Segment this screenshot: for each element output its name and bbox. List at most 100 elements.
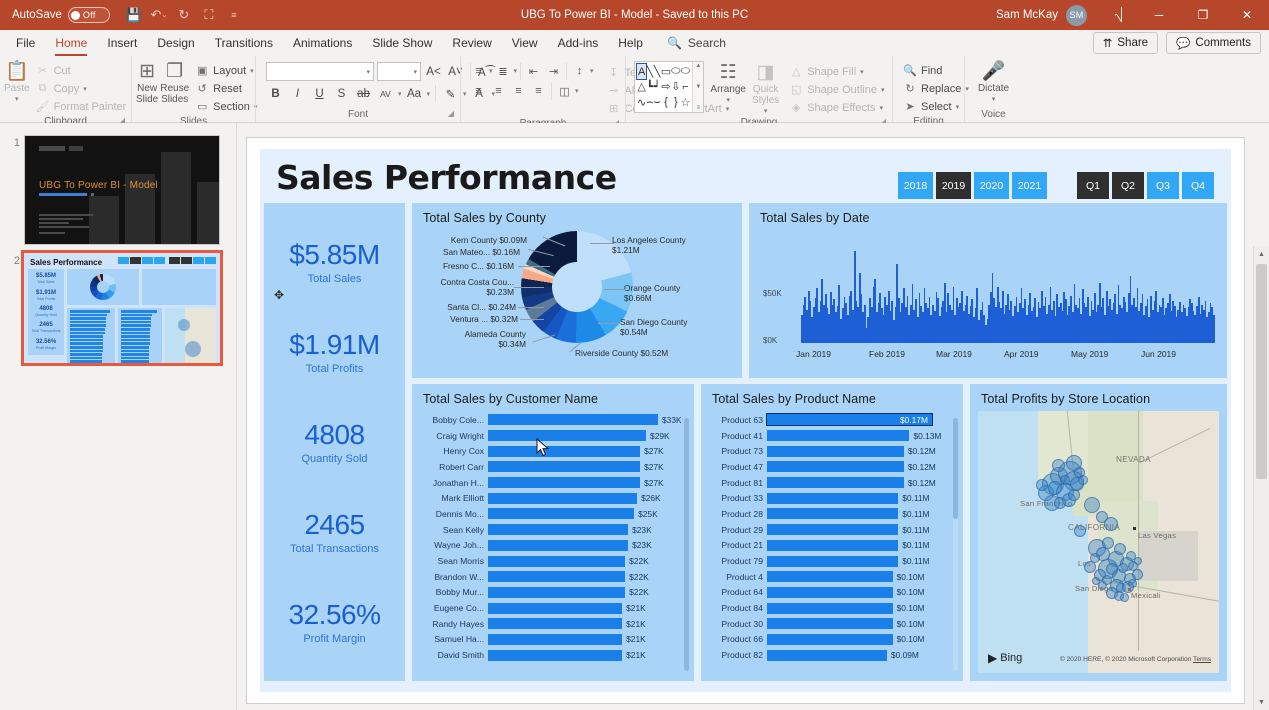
- shape-cell-13[interactable]: ⌢: [646, 95, 653, 110]
- date-bar[interactable]: [1213, 314, 1215, 343]
- total-sales-by-product-name-panel[interactable]: Total Sales by Product Name Product 63 $0…: [701, 384, 963, 681]
- kpi-card-4[interactable]: 32.56% Profit Margin: [289, 599, 381, 645]
- scroll-up-icon[interactable]: ▲: [1254, 246, 1269, 262]
- shape-cell-2[interactable]: ╲: [653, 64, 661, 79]
- bar-row[interactable]: Samuel Ha... $21K: [418, 632, 684, 648]
- bar-row[interactable]: Dennis Mo... $25K: [418, 506, 684, 522]
- justify-button[interactable]: ≡: [529, 82, 548, 100]
- chevron-down-icon[interactable]: ▾: [413, 68, 417, 76]
- bar-fill[interactable]: [767, 633, 893, 645]
- search-input[interactable]: 🔍 Search: [653, 36, 726, 50]
- quarter-slicer-Q4[interactable]: Q4: [1182, 172, 1214, 199]
- tab-review[interactable]: Review: [442, 32, 501, 55]
- autosave-toggle[interactable]: Off: [67, 7, 110, 23]
- bold-button[interactable]: B: [266, 84, 285, 103]
- bar-fill[interactable]: [767, 477, 904, 489]
- bar-fill[interactable]: [767, 539, 899, 551]
- map-bubble[interactable]: [1036, 479, 1048, 491]
- new-slide-button[interactable]: ⊞ New Slide: [136, 60, 158, 106]
- bar-row[interactable]: Product 29 $0.11M: [707, 522, 953, 538]
- customize-quick-access-toolbar-icon[interactable]: ≡: [222, 4, 246, 26]
- italic-button[interactable]: I: [288, 84, 307, 103]
- bar-fill[interactable]: [767, 555, 899, 567]
- text-shadow-button[interactable]: S: [332, 84, 351, 103]
- tab-help[interactable]: Help: [608, 32, 653, 55]
- align-right-button[interactable]: ≡: [509, 82, 528, 100]
- bar-row[interactable]: Sean Kelly $23K: [418, 522, 684, 538]
- bar-row[interactable]: Product 81 $0.12M: [707, 475, 953, 491]
- chevron-down-icon[interactable]: ▾: [398, 90, 402, 98]
- kpi-card-2[interactable]: 4808 Quantity Sold: [301, 419, 367, 465]
- reset-button[interactable]: ↺ Reset: [191, 80, 261, 97]
- shape-cell-0[interactable]: A: [635, 62, 648, 81]
- shape-cell-12[interactable]: ∿: [637, 95, 646, 110]
- shapes-more-icon[interactable]: ≡: [697, 105, 701, 111]
- arrange-button[interactable]: ☷ Arrange ▾: [710, 61, 746, 105]
- shape-cell-8[interactable]: ┙: [653, 79, 661, 94]
- line-spacing-button[interactable]: ↕: [570, 62, 589, 80]
- donut-chart[interactable]: Kern County $0.09M San Mateo... $0.16M F…: [412, 225, 742, 361]
- bar-row[interactable]: Robert Carr $27K: [418, 459, 684, 475]
- bing-logo[interactable]: ▶ Bing: [988, 651, 1022, 665]
- year-slicer[interactable]: 2018 2019 2020 2021: [898, 172, 1047, 199]
- avatar[interactable]: SM: [1066, 4, 1087, 26]
- bar-row[interactable]: Wayne Joh... $23K: [418, 538, 684, 554]
- bar-fill[interactable]: [767, 602, 893, 614]
- align-center-button[interactable]: ≡: [489, 82, 508, 100]
- strikethrough-button[interactable]: ab: [354, 84, 373, 103]
- shape-fill-button[interactable]: △ Shape Fill ▾: [785, 63, 888, 80]
- bar-fill[interactable]: [488, 649, 623, 661]
- bar-fill[interactable]: [488, 477, 641, 489]
- bar-fill[interactable]: [767, 508, 899, 520]
- year-slicer-2020[interactable]: 2020: [974, 172, 1009, 199]
- reuse-slides-button[interactable]: ❐ Reuse Slides: [160, 60, 189, 106]
- bar-row[interactable]: Jonathan H... $27K: [418, 475, 684, 491]
- find-button[interactable]: 🔍 Find: [899, 62, 973, 79]
- shape-cell-1[interactable]: ╲: [646, 64, 654, 79]
- bar-row[interactable]: Product 63 $0.17M: [707, 412, 953, 428]
- bar-fill[interactable]: [488, 445, 641, 457]
- kpi-card-1[interactable]: $1.91M Total Profits: [289, 329, 380, 375]
- bar-fill[interactable]: [488, 539, 629, 551]
- change-case-button[interactable]: Aa: [405, 84, 424, 103]
- shapes-gallery[interactable]: A ╲ ╲ ▭ ⬭ ⬭ △ ┗ ┙ ⇨ ⇩ ⌐ ∿ ⌢ ⌣{} ☆ ▲ ▼ ≡: [634, 61, 705, 113]
- bar-row[interactable]: Mark Elliott $26K: [418, 490, 684, 506]
- map-bubble[interactable]: [1052, 459, 1065, 472]
- shape-cell-5[interactable]: ⬭: [681, 64, 691, 79]
- map-terms-link[interactable]: Terms: [1193, 656, 1211, 663]
- tab-transitions[interactable]: Transitions: [205, 32, 283, 55]
- map-bubble[interactable]: [1102, 537, 1114, 549]
- align-left-button[interactable]: ≡: [469, 82, 488, 100]
- bar-row[interactable]: Product 30 $0.10M: [707, 616, 953, 632]
- map-bubble[interactable]: [1132, 569, 1143, 580]
- tab-insert[interactable]: Insert: [97, 32, 147, 55]
- share-button[interactable]: ⇈ Share: [1092, 32, 1159, 54]
- shape-outline-button[interactable]: ◱ Shape Outline ▾: [785, 81, 888, 98]
- quarter-slicer-Q3[interactable]: Q3: [1147, 172, 1179, 199]
- bar-fill[interactable]: [767, 492, 899, 504]
- bar-fill[interactable]: [488, 508, 635, 520]
- autosave-control[interactable]: AutoSave Off: [12, 7, 110, 23]
- map-bubble[interactable]: [1092, 577, 1100, 585]
- increase-font-size-button[interactable]: A˂: [424, 62, 443, 81]
- chevron-down-icon[interactable]: ▾: [575, 87, 579, 95]
- bar-row[interactable]: Bobby Mur... $22K: [418, 585, 684, 601]
- bar-row[interactable]: Bobby Cole... $33K: [418, 412, 684, 428]
- bar-row[interactable]: David Smith $21K: [418, 647, 684, 663]
- bar-fill[interactable]: [488, 524, 629, 536]
- restore-icon[interactable]: ❐: [1181, 0, 1225, 30]
- bar-fill[interactable]: [488, 618, 623, 630]
- bar-row[interactable]: Product 47 $0.12M: [707, 459, 953, 475]
- character-spacing-button[interactable]: AV: [376, 84, 395, 103]
- map-bubble[interactable]: [1084, 497, 1100, 513]
- slide-thumbnail-1[interactable]: 1 UBG To Power BI - Model: [0, 131, 236, 249]
- slide-canvas[interactable]: Sales Performance 2018 2019 2020 2021 Q1 Q2 Q…: [247, 138, 1244, 703]
- map-bubble[interactable]: [1128, 579, 1137, 588]
- undo-icon[interactable]: ↶ ⌄: [147, 4, 171, 26]
- underline-button[interactable]: U: [310, 84, 329, 103]
- bar-fill[interactable]: [488, 430, 647, 442]
- cut-button[interactable]: ✂ Cut: [32, 62, 131, 79]
- bar-row[interactable]: Product 21 $0.11M: [707, 538, 953, 554]
- shape-cell-9[interactable]: ⇨: [661, 79, 671, 94]
- text-highlight-color-button[interactable]: ✎: [441, 84, 460, 103]
